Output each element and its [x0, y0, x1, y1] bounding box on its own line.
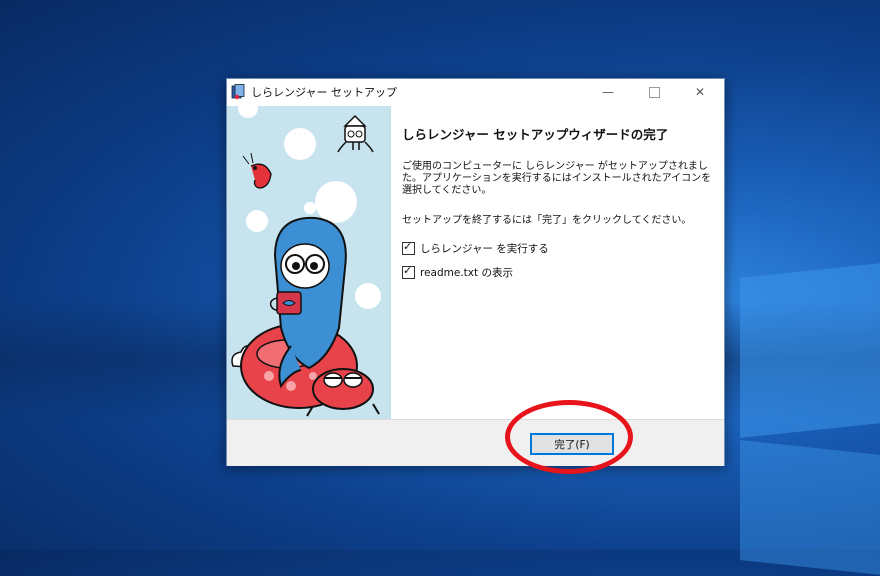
desktop-logo-pane — [740, 440, 880, 576]
desktop-logo-pane — [740, 262, 880, 438]
window-title: しらレンジャー セットアップ — [251, 86, 397, 99]
title-bar[interactable]: しらレンジャー セットアップ — ✕ — [227, 79, 724, 105]
minimize-button[interactable]: — — [585, 79, 631, 105]
maximize-icon — [648, 86, 660, 98]
show-readme-option[interactable]: readme.txt の表示 — [402, 264, 712, 280]
wizard-content: しらレンジャー セットアップウィザードの完了 ご使用のコンピューターに しらレン… — [402, 124, 712, 280]
close-icon: ✕ — [694, 85, 706, 99]
run-app-label: しらレンジャー を実行する — [420, 243, 549, 255]
finish-instruction: セットアップを終了するには「完了」をクリックしてください。 — [402, 215, 692, 226]
setup-wizard-window: しらレンジャー セットアップ — ✕ しらレンジャー セットアップウィザードの完… — [226, 78, 725, 466]
completion-message: ご使用のコンピューターに しらレンジャー がセットアップされました。アプリケーシ… — [402, 161, 712, 196]
wizard-mascot-illustration — [227, 106, 391, 419]
mascot-image — [231, 106, 381, 417]
wizard-heading: しらレンジャー セットアップウィザードの完了 — [402, 127, 669, 142]
finish-button-highlight-circle — [505, 400, 633, 474]
run-app-checkbox[interactable] — [402, 240, 415, 255]
app-icon — [231, 84, 245, 100]
close-button[interactable]: ✕ — [677, 79, 723, 105]
show-readme-checkbox[interactable] — [402, 264, 415, 279]
maximize-button[interactable] — [631, 79, 677, 105]
run-app-option[interactable]: しらレンジャー を実行する — [402, 240, 712, 256]
minimize-icon: — — [602, 85, 614, 99]
wizard-footer: 完了(F) — [227, 419, 724, 466]
show-readme-label: readme.txt の表示 — [420, 267, 513, 279]
